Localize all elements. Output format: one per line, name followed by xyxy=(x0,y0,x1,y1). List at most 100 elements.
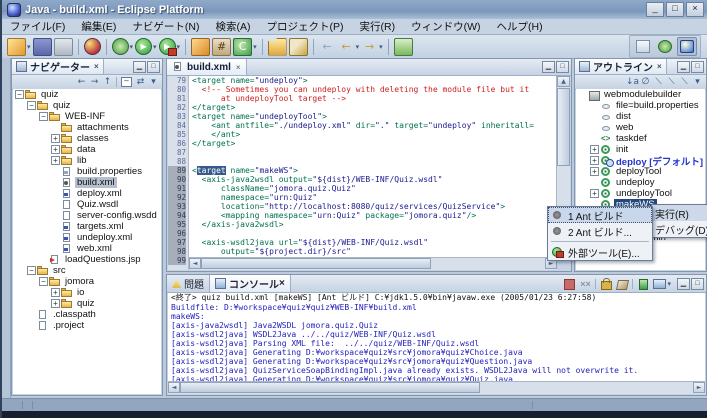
external-tools-button-dropdown[interactable]: ▾ xyxy=(177,43,181,51)
view-menu-icon[interactable]: ▾ xyxy=(147,77,160,87)
editor-tab-buildxml[interactable]: build.xml × xyxy=(167,59,247,75)
clear-console-button[interactable] xyxy=(615,278,629,290)
navigator-item--project[interactable]: .project xyxy=(13,320,161,331)
navigator-item-undeploy-xml[interactable]: undeploy.xml xyxy=(13,232,161,243)
collapse-all-icon[interactable]: − xyxy=(121,77,132,87)
tree-expander-icon[interactable] xyxy=(27,266,36,275)
navigator-item-quiz[interactable]: quiz xyxy=(13,89,161,100)
console-tab-close-icon[interactable]: × xyxy=(279,278,285,289)
navigator-item-server-config-wsdd[interactable]: server-config.wsdd xyxy=(13,210,161,221)
java-perspective-button[interactable] xyxy=(677,37,697,56)
back-icon[interactable]: ← xyxy=(75,77,88,87)
scroll-lock-button[interactable] xyxy=(599,278,613,290)
new-wizard-button[interactable] xyxy=(7,38,26,56)
scroll-left-arrow[interactable]: ◄ xyxy=(189,258,201,269)
debug-perspective-button[interactable] xyxy=(655,37,675,56)
print-button[interactable] xyxy=(54,38,73,56)
navigator-close-icon[interactable]: × xyxy=(94,62,99,71)
context-menu-item-run[interactable]: 実行(R)▶ xyxy=(652,205,707,221)
tree-expander-icon[interactable] xyxy=(51,299,60,308)
tree-expander-icon[interactable] xyxy=(27,101,36,110)
navigator-item-io[interactable]: io xyxy=(13,287,161,298)
tree-expander-icon[interactable] xyxy=(590,145,599,154)
view-menu-icon[interactable]: ▾ xyxy=(691,77,704,87)
navigator-item-build-properties[interactable]: build.properties xyxy=(13,166,161,177)
maximize-button[interactable]: □ xyxy=(666,2,684,17)
console-selector-button[interactable] xyxy=(652,278,666,290)
tree-expander-icon[interactable] xyxy=(51,145,60,154)
scroll-up-arrow[interactable]: ▲ xyxy=(557,76,570,87)
console-selector-button-dropdown[interactable]: ▾ xyxy=(667,280,671,288)
submenu-item-3[interactable]: 外部ツール(E)... xyxy=(548,244,652,260)
navigator-item-quiz[interactable]: quiz xyxy=(13,298,161,309)
navigator-item-jomora[interactable]: jomora xyxy=(13,276,161,287)
close-button[interactable]: × xyxy=(686,2,704,17)
outline-item-undeploy[interactable]: undeploy xyxy=(576,177,705,188)
pin-console-button[interactable] xyxy=(636,278,650,290)
navigator-tab[interactable]: ナビゲーター × xyxy=(12,59,104,74)
navigator-item--classpath[interactable]: .classpath xyxy=(13,309,161,320)
tree-expander-icon[interactable] xyxy=(15,90,24,99)
up-icon[interactable]: ↑ xyxy=(101,77,114,87)
navigator-item-data[interactable]: data xyxy=(13,144,161,155)
navigator-minimize-button[interactable]: ▁ xyxy=(133,61,146,73)
tree-expander-icon[interactable] xyxy=(51,288,60,297)
forward-icon[interactable]: → xyxy=(88,77,101,87)
tree-expander-icon[interactable] xyxy=(590,156,599,165)
external-tools-button[interactable]: ▶ xyxy=(159,38,176,55)
outline-item-undeploytool[interactable]: undeployTool xyxy=(576,188,705,199)
outline-item-webmodulebuilder[interactable]: webmodulebuilder xyxy=(576,89,705,100)
tree-expander-icon[interactable] xyxy=(51,134,60,143)
outline-item-deploy-[interactable]: deploy [デフォルト] xyxy=(576,155,705,166)
last-edit-location-button[interactable] xyxy=(394,38,413,56)
outline-maximize-button[interactable]: □ xyxy=(691,61,704,73)
filter-properties-icon[interactable]: ⟍ xyxy=(665,77,678,87)
editor-horizontal-scrollbar[interactable]: ◄ ► xyxy=(189,257,557,270)
outline-item-web[interactable]: web xyxy=(576,122,705,133)
mark-occurrences-button[interactable] xyxy=(289,38,308,56)
outline-tab[interactable]: アウトライン × xyxy=(575,59,667,74)
editor-maximize-button[interactable]: □ xyxy=(556,61,569,73)
navigator-item-loadquestions-jsp[interactable]: loadQuestions.jsp xyxy=(13,254,161,265)
outline-item-taskdef[interactable]: taskdef xyxy=(576,133,705,144)
navigator-item-src[interactable]: src xyxy=(13,265,161,276)
submenu-item-1[interactable]: 2 Ant ビルド... xyxy=(548,223,652,239)
filter-imported-elements-icon[interactable]: ⟍ xyxy=(652,77,665,87)
navigator-item-quiz[interactable]: quiz xyxy=(13,100,161,111)
console-hscroll-thumb[interactable] xyxy=(180,382,480,393)
editor-hscroll-thumb[interactable] xyxy=(201,258,431,269)
outline-item-dist[interactable]: dist xyxy=(576,111,705,122)
console-tab-console[interactable]: コンソール× xyxy=(210,275,291,292)
filter-internal-targets-icon[interactable]: ∅ xyxy=(639,77,652,87)
console-minimize-button[interactable]: ▁ xyxy=(677,278,690,290)
tree-expander-icon[interactable] xyxy=(51,156,60,165)
console-horizontal-scrollbar[interactable]: ◄ ► xyxy=(168,381,705,394)
navigator-item-web-inf[interactable]: WEB-INF xyxy=(13,111,161,122)
navigator-item-quiz-wsdl[interactable]: Quiz.wsdl xyxy=(13,199,161,210)
fast-view-bar[interactable] xyxy=(2,58,11,399)
navigator-maximize-button[interactable]: □ xyxy=(147,61,160,73)
navigator-item-web-xml[interactable]: web.xml xyxy=(13,243,161,254)
menubar-item-0[interactable]: ファイル(F) xyxy=(2,18,73,35)
run-button[interactable]: ▶ xyxy=(135,38,152,55)
new-java-project-button[interactable] xyxy=(191,38,210,56)
tree-expander-icon[interactable] xyxy=(39,112,48,121)
remove-launches-button[interactable]: ×× xyxy=(578,278,592,290)
console-scroll-left-arrow[interactable]: ◄ xyxy=(168,382,180,393)
editor-tab-close-icon[interactable]: × xyxy=(236,63,241,72)
console-scroll-right-arrow[interactable]: ► xyxy=(693,382,705,393)
menubar-item-5[interactable]: 実行(R) xyxy=(352,18,404,35)
new-wizard-button-dropdown[interactable]: ▾ xyxy=(27,43,31,51)
sort-icon[interactable]: ↓a xyxy=(626,77,639,87)
back-button[interactable]: ← xyxy=(319,39,336,55)
run-button-dropdown[interactable]: ▾ xyxy=(153,43,157,51)
console-maximize-button[interactable]: □ xyxy=(691,278,704,290)
back-history-button[interactable]: ← xyxy=(338,39,355,55)
menubar-item-4[interactable]: プロジェクト(P) xyxy=(259,18,352,35)
navigator-item-targets-xml[interactable]: targets.xml xyxy=(13,221,161,232)
navigator-item-lib[interactable]: lib xyxy=(13,155,161,166)
new-class-button[interactable]: C xyxy=(233,38,252,56)
navigator-item-build-xml[interactable]: build.xml xyxy=(13,177,161,188)
tree-expander-icon[interactable] xyxy=(39,277,48,286)
new-package-button[interactable]: # xyxy=(212,38,231,56)
